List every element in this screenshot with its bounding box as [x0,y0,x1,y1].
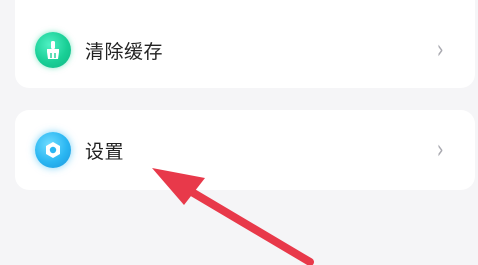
menu-card-bottom: 设置 › [15,110,475,190]
settings-item[interactable]: 设置 › [15,120,475,180]
clear-cache-item[interactable]: 清除缓存 › [15,20,475,80]
settings-gear-icon [35,132,71,168]
clear-cache-label: 清除缓存 [85,40,164,63]
menu-card-top: 清除缓存 › [15,0,475,88]
chevron-right-icon: › [436,35,444,65]
settings-label: 设置 [85,140,125,163]
settings-screen: 清除缓存 › 设置 › [0,0,478,265]
chevron-right-icon: › [436,135,444,165]
broom-icon [35,32,71,68]
